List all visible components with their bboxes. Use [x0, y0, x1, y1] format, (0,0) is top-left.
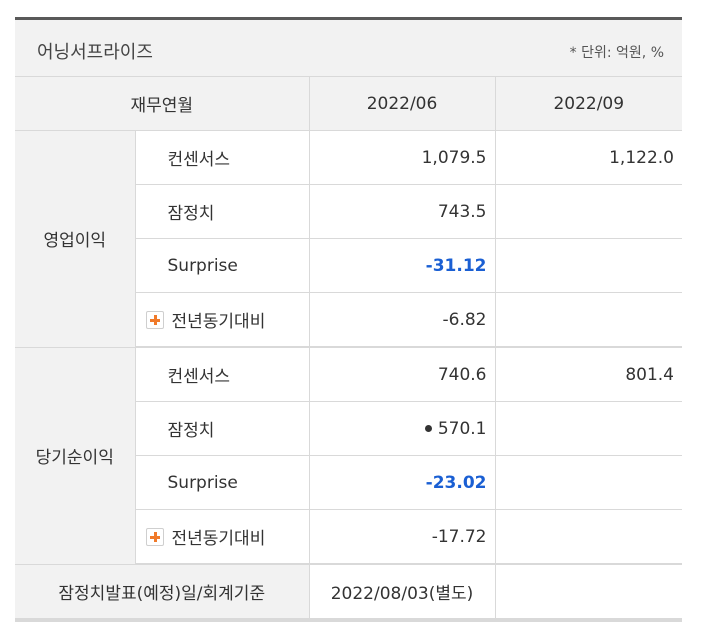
bullet-dot-icon: [424, 424, 432, 432]
value-cell: 801.4: [494, 347, 682, 402]
group-label: 당기순이익: [15, 347, 136, 565]
group-label: 영업이익: [15, 130, 136, 348]
footer-row: 잠정치발표(예정)일/회계기준 2022/08/03(별도): [15, 564, 682, 619]
value-cell: [494, 184, 682, 239]
value-cell: 743.5: [309, 184, 495, 239]
unit-note: * 단위: 억원, %: [569, 45, 664, 61]
value-cell: 740.6: [309, 347, 495, 402]
earnings-surprise-panel: 어닝서프라이즈 * 단위: 억원, % 재무연월 2022/06 2022/09…: [15, 17, 682, 622]
plus-icon[interactable]: [145, 311, 164, 329]
row-label-expandable[interactable]: 전년동기대비: [135, 292, 310, 348]
row-label: Surprise: [135, 238, 310, 293]
header-col-label: 재무연월: [15, 77, 310, 131]
value-cell: -6.82: [309, 292, 495, 348]
row-label: Surprise: [135, 455, 310, 510]
row-label: 컨센서스: [135, 347, 310, 402]
value-text: 570.1: [437, 418, 487, 439]
value-cell: 1,122.0: [494, 130, 682, 185]
value-cell: [494, 292, 682, 348]
value-cell: [494, 238, 682, 293]
footer-label: 잠정치발표(예정)일/회계기준: [15, 564, 310, 619]
value-cell: [494, 509, 682, 565]
panel-title: 어닝서프라이즈: [37, 42, 153, 63]
table-row: 당기순이익 컨센서스 740.6 801.4: [15, 347, 682, 565]
row-label: 전년동기대비: [171, 529, 266, 549]
value-cell: [494, 455, 682, 510]
row-label-expandable[interactable]: 전년동기대비: [135, 509, 310, 565]
footer-value: 2022/08/03(별도): [309, 564, 495, 619]
bottom-border: [15, 619, 682, 622]
header-period: 2022/09: [494, 77, 682, 131]
row-label: 잠정치: [135, 184, 310, 239]
header-period: 2022/06: [309, 77, 495, 131]
row-label: 컨센서스: [135, 130, 310, 185]
value-cell: 1,079.5: [309, 130, 495, 185]
value-cell: -17.72: [309, 509, 495, 565]
value-cell: [494, 401, 682, 456]
plus-icon[interactable]: [145, 528, 164, 546]
value-cell: 570.1: [309, 401, 495, 456]
earnings-table: 재무연월 2022/06 2022/09 영업이익 컨센서스 1,079.5 1…: [15, 77, 682, 619]
table-row: 영업이익 컨센서스 1,079.5 1,122.0: [15, 130, 682, 348]
title-bar: 어닝서프라이즈 * 단위: 억원, %: [15, 20, 682, 77]
surprise-value: -31.12: [309, 238, 495, 293]
row-label: 전년동기대비: [171, 312, 266, 332]
header-row: 재무연월 2022/06 2022/09: [15, 77, 682, 131]
surprise-value: -23.02: [309, 455, 495, 510]
footer-value-2: [494, 564, 682, 619]
row-label: 잠정치: [135, 401, 310, 456]
